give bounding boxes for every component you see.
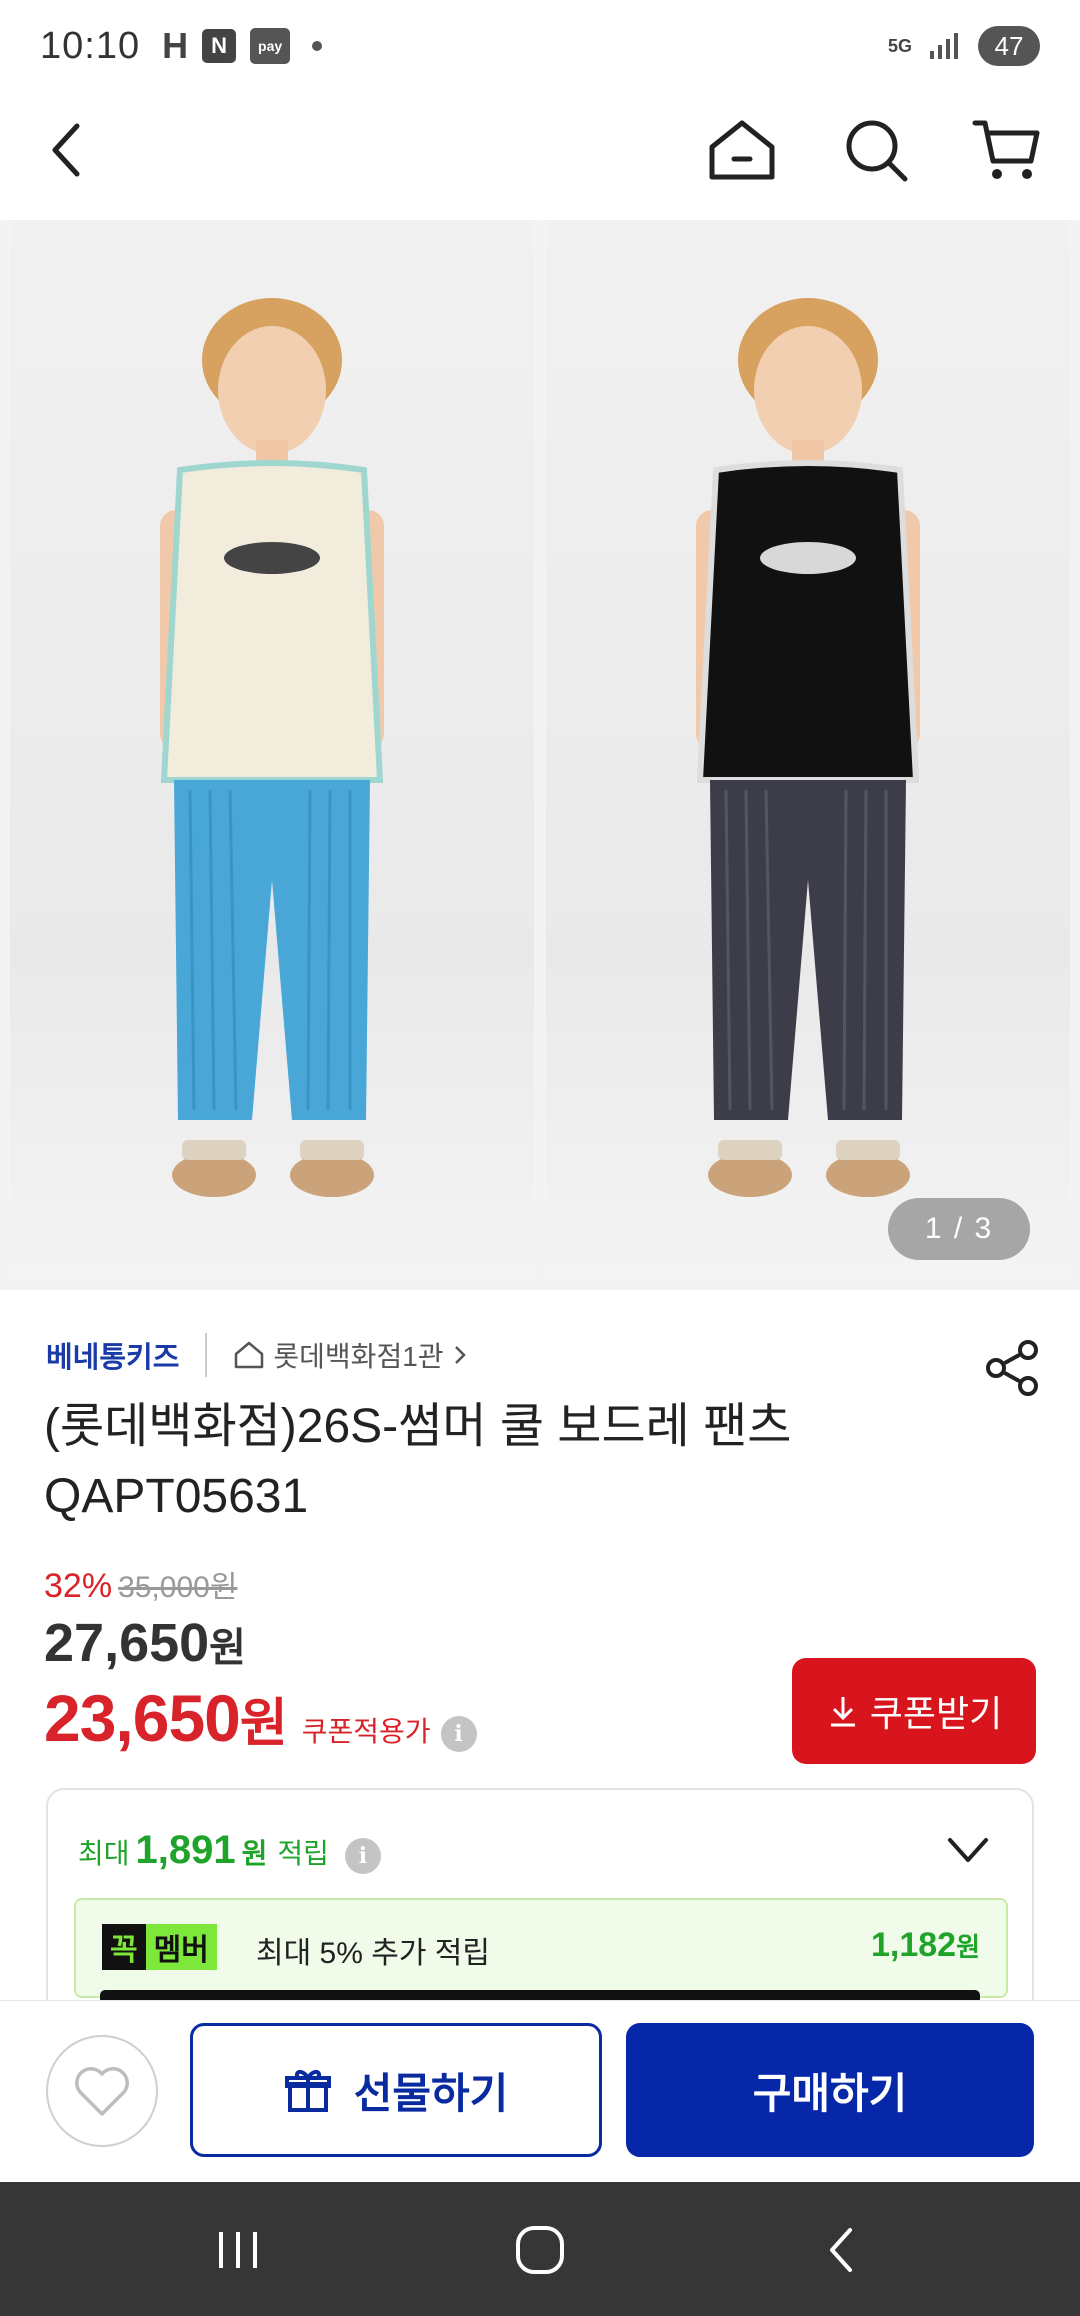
pay-icon: pay <box>250 28 291 64</box>
member-badge-a: 꼭 <box>102 1924 146 1970</box>
notification-icons: H N pay <box>162 25 323 67</box>
naver-icon: N <box>202 29 237 63</box>
original-price: 35,000원 <box>118 1571 238 1604</box>
search-icon[interactable] <box>836 110 916 190</box>
points-amount: 1,891 <box>135 1828 236 1872</box>
discount-row: 32% 35,000원 <box>44 1562 237 1606</box>
back-arrow-icon[interactable] <box>28 110 108 190</box>
store-home-icon <box>235 1341 264 1369</box>
member-bonus-strip: 꼭 멤버 최대 5% 추가 적립 1,182 원 <box>74 1898 1008 1998</box>
member-badge: 꼭 멤버 <box>102 1924 217 1970</box>
gift-button[interactable]: 선물하기 <box>190 2023 602 2157</box>
points-prefix: 최대 <box>78 1838 130 1869</box>
battery-icon: 47 <box>978 26 1040 66</box>
product-image-carousel[interactable]: 1 / 3 <box>0 220 1080 1290</box>
image-pager: 1 / 3 <box>888 1198 1030 1260</box>
gift-icon <box>284 2070 331 2112</box>
recent-apps-icon[interactable] <box>198 2218 278 2282</box>
model-illustration-2 <box>696 298 920 1197</box>
member-banner-edge <box>100 1990 980 2000</box>
system-status: 5G 47 <box>888 26 1040 66</box>
product-image-1[interactable] <box>10 220 534 1280</box>
brand-row: 베네통키즈 롯데백화점1관 <box>46 1330 468 1380</box>
share-icon[interactable] <box>980 1336 1044 1400</box>
coupon-price-unit: 원 <box>239 1695 288 1753</box>
h-app-icon: H <box>162 25 189 66</box>
signal-icon <box>930 33 958 59</box>
chevron-right-icon <box>454 1346 466 1364</box>
member-amount-value: 1,182 <box>870 1926 957 1964</box>
sale-price-value: 27,650 <box>44 1613 210 1673</box>
member-badge-b: 멤버 <box>145 1924 217 1970</box>
points-info-icon[interactable]: i <box>344 1838 381 1874</box>
buy-button[interactable]: 구매하기 <box>626 2023 1034 2157</box>
download-icon <box>830 1697 855 1727</box>
more-notifications-icon <box>312 41 323 51</box>
brand-link[interactable]: 베네통키즈 <box>46 1334 179 1376</box>
coupon-price-value: 23,650 <box>44 1681 241 1755</box>
home-icon[interactable] <box>702 110 782 190</box>
member-bonus-text: 최대 5% 추가 적립 <box>256 1937 490 1970</box>
purchase-action-bar: 선물하기 구매하기 <box>0 2000 1080 2180</box>
status-bar: 10:10 H N pay 5G 47 <box>0 0 1080 92</box>
buy-label: 구매하기 <box>752 2069 908 2117</box>
sale-price: 27,650 원 <box>44 1612 246 1674</box>
points-summary: 최대 1,891 원 적립 i <box>78 1828 381 1874</box>
gift-label: 선물하기 <box>353 2069 509 2117</box>
divider <box>205 1333 208 1377</box>
store-link[interactable]: 롯데백화점1관 <box>233 1335 467 1375</box>
product-image-2[interactable] <box>546 220 1070 1280</box>
store-name: 롯데백화점1관 <box>273 1341 444 1372</box>
product-title-line1: (롯데백화점)26S-썸머 쿨 보드레 팬츠 <box>44 1400 792 1453</box>
wishlist-button[interactable] <box>46 2035 158 2147</box>
discount-rate: 32% <box>44 1567 113 1605</box>
member-bonus-amount: 1,182 원 <box>871 1926 980 1965</box>
points-unit: 원 <box>241 1838 268 1869</box>
coupon-price: 23,650 원 쿠폰적용가 i <box>44 1680 477 1756</box>
points-suffix: 적립 <box>277 1838 329 1869</box>
system-navigation-bar <box>0 2182 1080 2316</box>
product-title-line2: QAPT05631 <box>44 1470 309 1523</box>
top-navigation <box>0 92 1080 220</box>
chevron-down-icon[interactable] <box>944 1830 992 1870</box>
heart-icon <box>75 2067 129 2116</box>
status-time: 10:10 <box>40 24 141 67</box>
home-nav-icon[interactable] <box>500 2218 580 2282</box>
product-title: (롯데백화점)26S-썸머 쿨 보드레 팬츠 QAPT05631 <box>44 1392 944 1532</box>
get-coupon-label: 쿠폰받기 <box>869 1693 1003 1734</box>
member-amount-unit: 원 <box>956 1932 980 1962</box>
cart-icon[interactable] <box>966 110 1046 190</box>
sale-price-unit: 원 <box>209 1626 246 1670</box>
back-nav-icon[interactable] <box>802 2218 882 2282</box>
network-5g-icon: 5G <box>887 36 912 56</box>
get-coupon-button[interactable]: 쿠폰받기 <box>792 1658 1036 1764</box>
info-icon[interactable]: i <box>440 1716 477 1752</box>
model-illustration-1 <box>160 298 384 1197</box>
coupon-price-label: 쿠폰적용가 <box>301 1716 431 1747</box>
